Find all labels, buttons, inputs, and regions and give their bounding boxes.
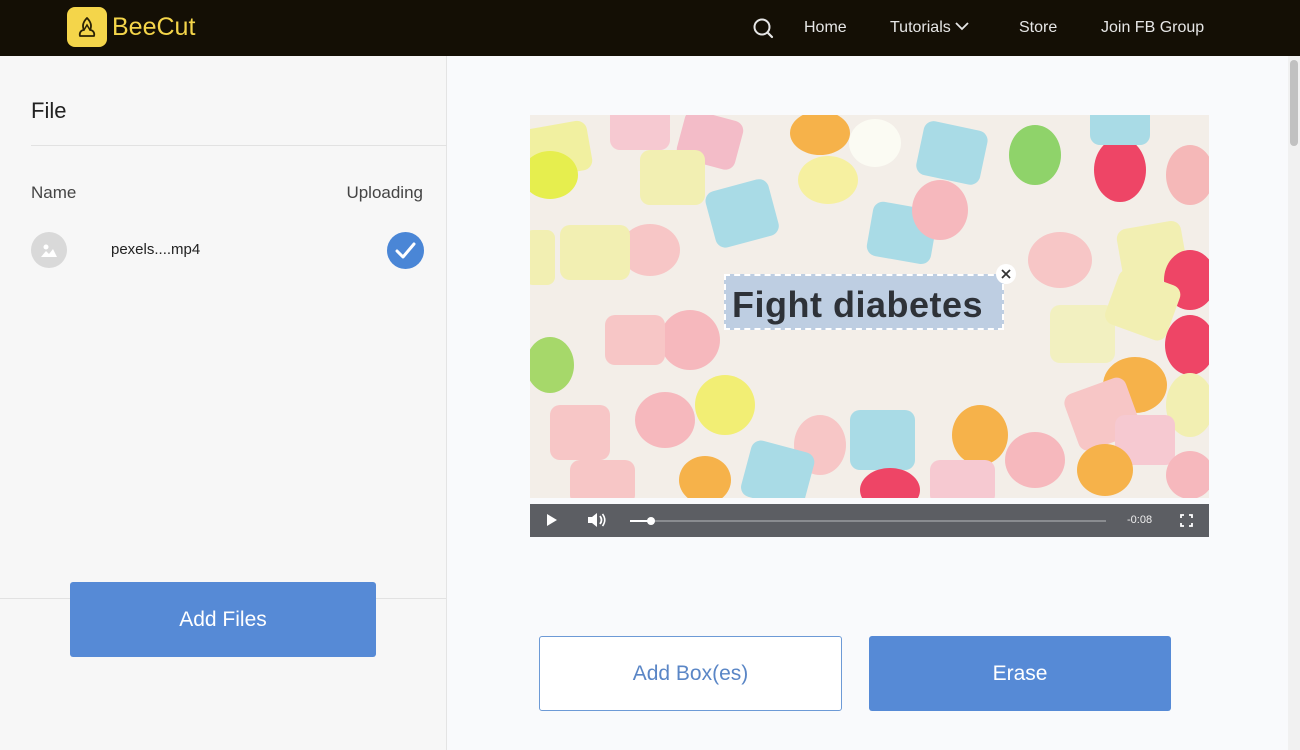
add-files-button[interactable]: Add Files — [70, 582, 376, 657]
beecut-logo-icon[interactable] — [67, 7, 107, 47]
add-boxes-button[interactable]: Add Box(es) — [539, 636, 842, 711]
nav-tutorials-link[interactable]: Tutorials — [890, 18, 969, 38]
nav-home-link[interactable]: Home — [804, 18, 847, 38]
detected-text-box[interactable]: Fight diabetes — [724, 274, 1004, 330]
file-panel-title: File — [31, 98, 67, 123]
page-scrollbar[interactable] — [1288, 56, 1300, 750]
progress-handle[interactable] — [647, 517, 655, 525]
uploading-column-header: Uploading — [346, 183, 423, 202]
image-placeholder-icon — [31, 232, 67, 268]
nav-tutorials-label: Tutorials — [890, 19, 951, 36]
panel-divider — [31, 145, 447, 146]
search-icon[interactable] — [752, 17, 774, 39]
nav-store-link[interactable]: Store — [1019, 18, 1057, 38]
time-remaining: -0:08 — [1127, 514, 1153, 526]
name-column-header: Name — [31, 183, 77, 202]
close-icon[interactable] — [996, 264, 1016, 284]
overlay-text: Fight diabetes — [732, 284, 984, 325]
file-name: pexels....mp4 — [111, 241, 201, 258]
fullscreen-icon[interactable] — [1180, 514, 1193, 527]
volume-icon[interactable] — [587, 512, 607, 528]
check-icon — [387, 232, 424, 269]
progress-slider[interactable] — [630, 517, 1106, 525]
top-nav-bar: BeeCut Home Tutorials Store Join FB Grou… — [0, 0, 1300, 56]
video-controls: -0:08 — [530, 504, 1209, 537]
video-preview[interactable]: Fight diabetes — [530, 115, 1209, 498]
scrollbar-thumb[interactable] — [1290, 60, 1298, 146]
brand-name[interactable]: BeeCut — [112, 12, 195, 42]
chevron-down-icon — [955, 22, 969, 31]
nav-fb-group-link[interactable]: Join FB Group — [1101, 18, 1204, 38]
erase-button[interactable]: Erase — [869, 636, 1171, 711]
play-icon[interactable] — [546, 513, 558, 527]
